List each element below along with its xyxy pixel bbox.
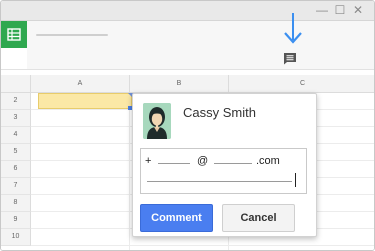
column-header-a[interactable]: A — [31, 75, 130, 93]
comment-author-name: Cassy Smith — [183, 105, 256, 120]
mention-at-sign: @ — [197, 155, 209, 167]
row-header-4[interactable]: 4 — [1, 127, 31, 144]
maximize-icon[interactable]: ☐ — [334, 4, 346, 16]
row-header-3[interactable]: 3 — [1, 110, 31, 127]
draft-text-placeholder — [214, 163, 252, 164]
cell-a2-highlighted[interactable] — [38, 93, 132, 109]
comment-button[interactable]: Comment — [140, 204, 213, 232]
row-header-7[interactable]: 7 — [1, 178, 31, 195]
row-header-5[interactable]: 5 — [1, 144, 31, 161]
cancel-button[interactable]: Cancel — [222, 204, 295, 232]
minimize-icon[interactable]: — — [316, 4, 328, 16]
column-header-c[interactable]: C — [229, 75, 374, 93]
header-toolbar — [27, 21, 374, 70]
column-header-b[interactable]: B — [130, 75, 229, 93]
draft-text-placeholder — [158, 163, 190, 164]
mention-plus-sign: + — [145, 155, 152, 167]
sheets-logo-icon[interactable] — [1, 21, 27, 48]
row-header-10[interactable]: 10 — [1, 229, 31, 246]
row-header-2[interactable]: 2 — [1, 93, 31, 110]
row-header-9[interactable]: 9 — [1, 212, 31, 229]
row-header-8[interactable]: 8 — [1, 195, 31, 212]
avatar — [143, 103, 171, 139]
grid-column-line — [129, 93, 130, 250]
mention-domain-text: .com — [256, 155, 280, 167]
close-icon[interactable]: ✕ — [352, 4, 364, 16]
grid-row-line — [31, 245, 374, 246]
row-header-6[interactable]: 6 — [1, 161, 31, 178]
select-all-corner[interactable] — [1, 75, 31, 93]
app-window: — ☐ ✕ A B C 2 3 4 5 6 7 8 9 10 Cassy Smi… — [0, 0, 375, 251]
text-caret — [295, 173, 296, 187]
draft-text-placeholder — [147, 181, 292, 182]
comment-textarea[interactable] — [140, 148, 307, 194]
document-title-placeholder[interactable] — [36, 34, 108, 36]
comment-icon[interactable] — [283, 52, 297, 65]
arrow-head-icon — [284, 32, 302, 44]
